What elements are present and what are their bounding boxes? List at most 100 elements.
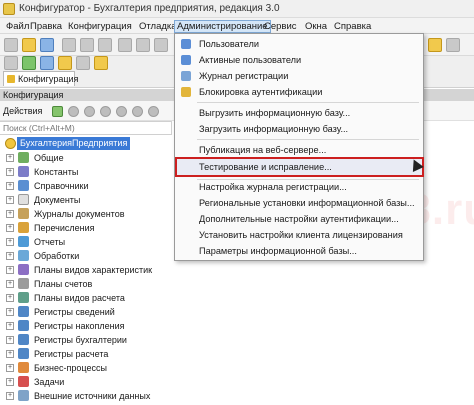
- info-registers-icon: [18, 306, 29, 317]
- tree-item-calculation-registers[interactable]: + Регистры расчета: [0, 347, 172, 361]
- expand-icon[interactable]: +: [6, 364, 14, 372]
- menu-item-extra-auth-settings[interactable]: Дополнительные настройки аутентификации.…: [175, 211, 423, 227]
- tree-item-documents[interactable]: + Документы: [0, 193, 172, 207]
- actions-button[interactable]: Действия: [3, 106, 42, 116]
- tree-item-accumulation-registers[interactable]: + Регистры накопления: [0, 319, 172, 333]
- expand-icon[interactable]: +: [6, 280, 14, 288]
- tree-item-reports[interactable]: + Отчеты: [0, 235, 172, 249]
- expand-icon[interactable]: +: [6, 266, 14, 274]
- reports-icon: [18, 236, 29, 247]
- expand-icon[interactable]: +: [6, 252, 14, 260]
- expand-icon[interactable]: +: [6, 378, 14, 386]
- filter-icon[interactable]: [148, 106, 159, 117]
- new-file-icon[interactable]: [4, 38, 18, 52]
- tree-item-chart-of-characteristic-types[interactable]: + Планы видов характеристик: [0, 263, 172, 277]
- external-sources-icon: [18, 390, 29, 401]
- tree-item-tasks[interactable]: + Задачи: [0, 375, 172, 389]
- menu-item-export-infobase[interactable]: Выгрузить информационную базу...: [175, 105, 423, 121]
- configuration-icon: [7, 75, 15, 83]
- paste-icon[interactable]: [98, 38, 112, 52]
- menu-configuration[interactable]: Конфигурация: [66, 20, 134, 33]
- expand-icon[interactable]: +: [6, 182, 14, 190]
- expand-icon[interactable]: +: [6, 336, 14, 344]
- event-log-icon: [181, 71, 191, 81]
- cut-icon[interactable]: [62, 38, 76, 52]
- menu-service[interactable]: Сервис: [262, 20, 299, 33]
- characteristics-icon: [18, 264, 29, 275]
- menu-item-event-log-settings[interactable]: Настройка журнала регистрации...: [175, 179, 423, 195]
- settings-icon[interactable]: [446, 38, 460, 52]
- open-file-icon[interactable]: [22, 38, 36, 52]
- menu-separator: [197, 139, 419, 140]
- tree-item-external-data-sources[interactable]: + Внешние источники данных: [0, 389, 172, 403]
- menu-item-active-users[interactable]: Активные пользователи: [175, 52, 423, 68]
- menu-item-users[interactable]: Пользователи: [175, 36, 423, 52]
- menu-item-regional-settings[interactable]: Региональные установки информационной ба…: [175, 195, 423, 211]
- delete-icon[interactable]: [84, 106, 95, 117]
- expand-icon[interactable]: +: [6, 196, 14, 204]
- tool-icon-1[interactable]: [4, 56, 18, 70]
- menu-item-auth-lock[interactable]: Блокировка аутентификации: [175, 84, 423, 100]
- tab-configuration[interactable]: Конфигурация: [3, 71, 78, 86]
- tree-item-calculation-types[interactable]: + Планы видов расчета: [0, 291, 172, 305]
- tree-item-constants[interactable]: + Константы: [0, 165, 172, 179]
- expand-icon[interactable]: +: [6, 308, 14, 316]
- expand-icon[interactable]: +: [6, 392, 14, 400]
- expand-icon[interactable]: +: [6, 294, 14, 302]
- tree-item-enums[interactable]: + Перечисления: [0, 221, 172, 235]
- print-icon[interactable]: [118, 38, 132, 52]
- expand-icon[interactable]: +: [6, 224, 14, 232]
- tree-item-catalogs[interactable]: + Справочники: [0, 179, 172, 193]
- tool-icon-2[interactable]: [22, 56, 36, 70]
- menu-help[interactable]: Справка: [332, 20, 373, 33]
- tree-item-accounting-registers[interactable]: + Регистры бухгалтерии: [0, 333, 172, 347]
- expand-icon[interactable]: +: [6, 322, 14, 330]
- move-up-icon[interactable]: [100, 106, 111, 117]
- search-input[interactable]: [0, 121, 172, 135]
- menu-item-event-log[interactable]: Журнал регистрации: [175, 68, 423, 84]
- app-icon: [3, 3, 15, 15]
- tree-item-information-registers[interactable]: + Регистры сведений: [0, 305, 172, 319]
- menu-item-web-publish[interactable]: Публикация на веб-сервере...: [175, 142, 423, 158]
- documents-icon: [18, 194, 29, 205]
- tool-icon-3[interactable]: [40, 56, 54, 70]
- menu-item-import-infobase[interactable]: Загрузить информационную базу...: [175, 121, 423, 137]
- expand-icon[interactable]: +: [6, 168, 14, 176]
- menu-edit[interactable]: Правка: [28, 20, 64, 33]
- add-icon[interactable]: [52, 106, 63, 117]
- move-down-icon[interactable]: [116, 106, 127, 117]
- expand-icon[interactable]: +: [6, 350, 14, 358]
- tool-icon-6[interactable]: [94, 56, 108, 70]
- menu-item-licensing-client[interactable]: Установить настройки клиента лицензирова…: [175, 227, 423, 243]
- sort-icon[interactable]: [132, 106, 143, 117]
- menu-item-infobase-params[interactable]: Параметры информационной базы...: [175, 243, 423, 259]
- menu-debug[interactable]: Отладка: [137, 20, 179, 33]
- redo-icon[interactable]: [154, 38, 168, 52]
- menu-windows[interactable]: Окна: [303, 20, 329, 33]
- help-icon[interactable]: [428, 38, 442, 52]
- tree-item-document-journals[interactable]: + Журналы документов: [0, 207, 172, 221]
- configuration-root-icon: [5, 138, 16, 149]
- tree-root[interactable]: БухгалтерияПредприятия: [17, 137, 131, 150]
- expand-icon[interactable]: +: [6, 154, 14, 162]
- expand-icon[interactable]: +: [6, 238, 14, 246]
- tool-icon-5[interactable]: [76, 56, 90, 70]
- tree-item-processings[interactable]: + Обработки: [0, 249, 172, 263]
- common-icon: [18, 152, 29, 163]
- edit-icon[interactable]: [68, 106, 79, 117]
- lock-icon: [181, 87, 191, 97]
- undo-icon[interactable]: [136, 38, 150, 52]
- highlight-frame: [175, 157, 424, 177]
- copy-icon[interactable]: [80, 38, 94, 52]
- menu-administration[interactable]: Администрирование: [174, 20, 271, 33]
- active-users-icon: [181, 55, 191, 65]
- tool-icon-4[interactable]: [58, 56, 72, 70]
- tree-item-charts-of-accounts[interactable]: + Планы счетов: [0, 277, 172, 291]
- accounts-icon: [18, 278, 29, 289]
- tree-item-common[interactable]: + Общие: [0, 151, 172, 165]
- expand-icon[interactable]: +: [6, 210, 14, 218]
- save-icon[interactable]: [40, 38, 54, 52]
- accumulation-registers-icon: [18, 320, 29, 331]
- processings-icon: [18, 250, 29, 261]
- tree-item-business-processes[interactable]: + Бизнес-процессы: [0, 361, 172, 375]
